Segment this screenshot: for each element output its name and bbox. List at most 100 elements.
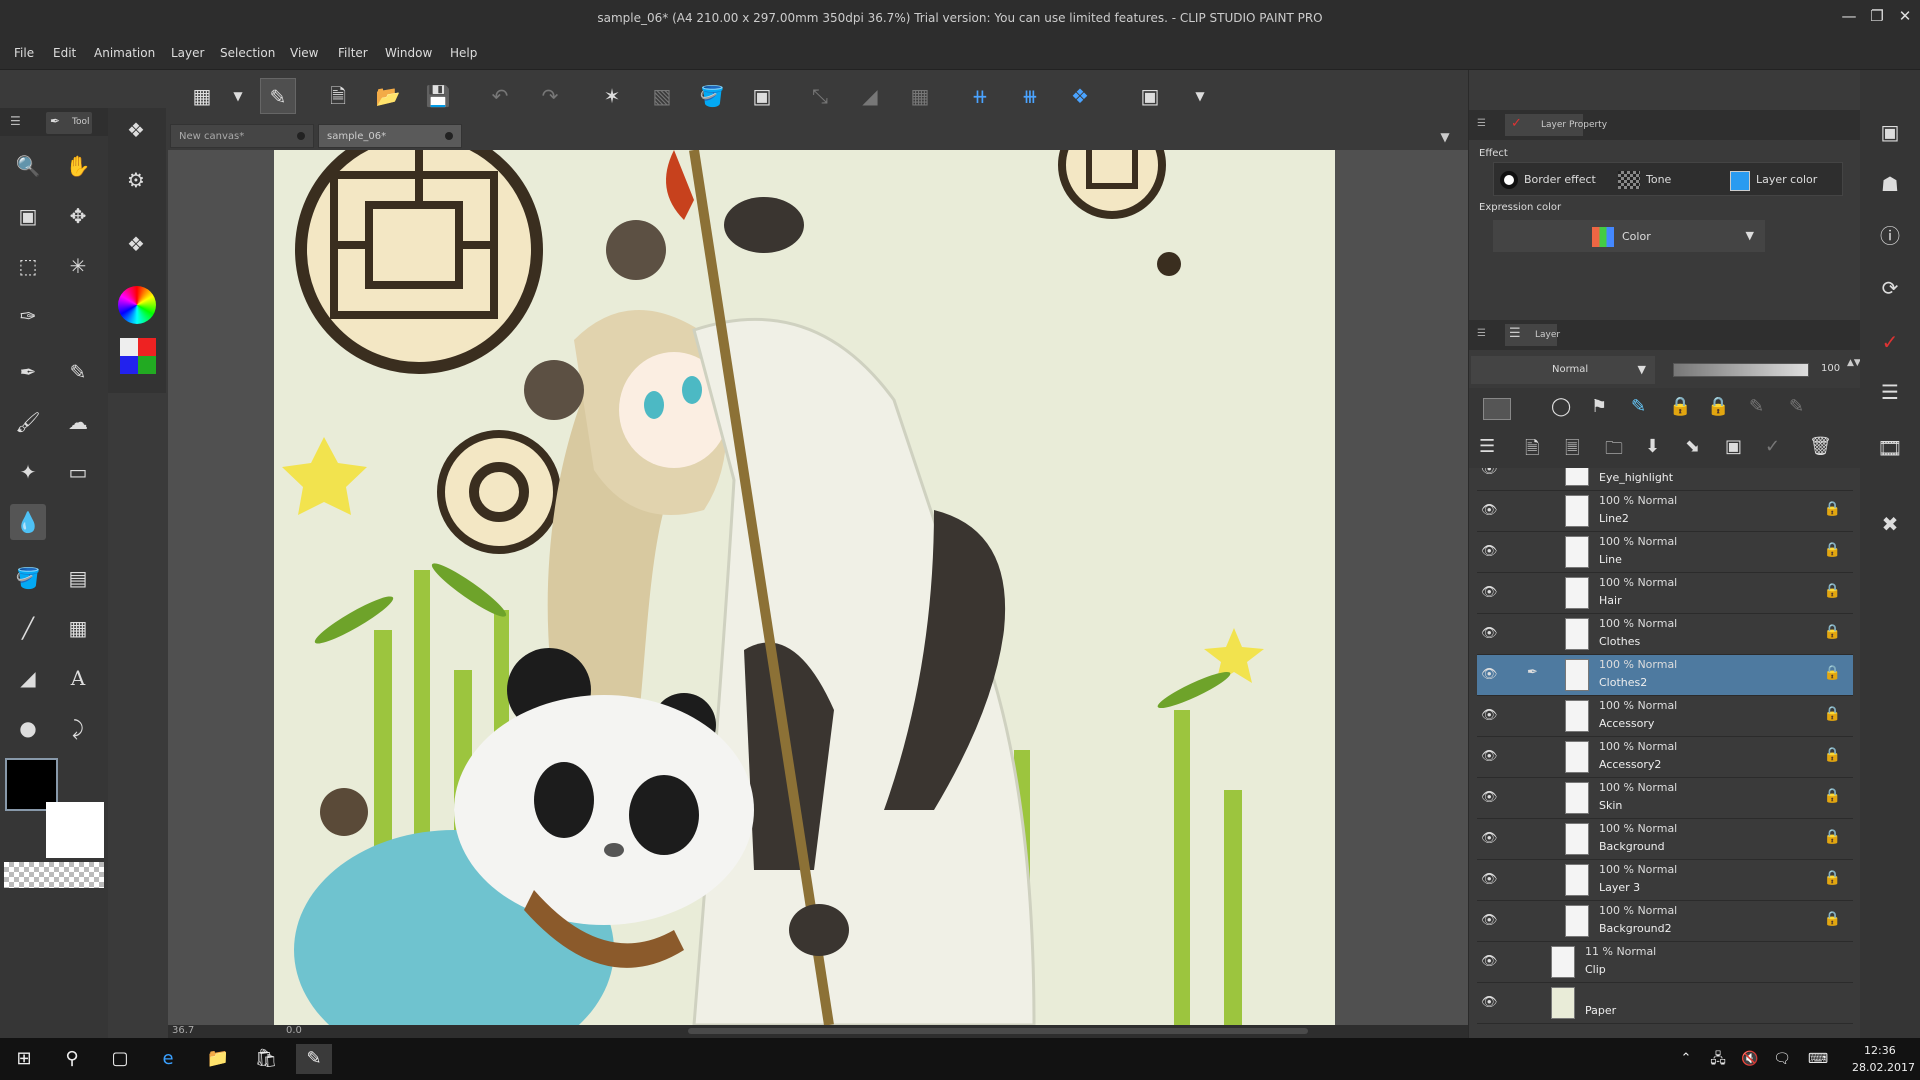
lock-icon[interactable]: 🔒	[1824, 542, 1841, 558]
eye-icon[interactable]: 👁	[1481, 790, 1498, 805]
create-mask-icon[interactable]: ▣	[1725, 436, 1742, 457]
auto-select-icon[interactable]: ✳	[60, 248, 96, 284]
border-effect-label[interactable]: Border effect	[1524, 173, 1596, 186]
search-icon[interactable]: ⚲	[54, 1044, 90, 1074]
keyboard-icon[interactable]: ⌨	[1800, 1044, 1836, 1074]
text-icon[interactable]: A	[60, 660, 96, 696]
tab-new-canvas[interactable]: New canvas*	[170, 124, 314, 148]
history-icon[interactable]: ⟳	[1872, 270, 1908, 306]
correct-line-icon[interactable]: ⤸	[60, 710, 96, 746]
volume-icon[interactable]: 🔇	[1732, 1044, 1768, 1074]
clip-studio-taskbar-icon[interactable]: ✎	[296, 1044, 332, 1074]
frame-border-icon[interactable]: ▦	[60, 610, 96, 646]
invert-selection-icon[interactable]: ◢	[852, 78, 888, 114]
color-set-icon[interactable]	[120, 338, 156, 374]
transfer-down-icon[interactable]: ⬇	[1645, 436, 1660, 457]
expression-color-select[interactable]: Color ▼	[1493, 220, 1765, 252]
figure-icon[interactable]: ╱	[10, 610, 46, 646]
snap-grid-icon[interactable]: ❖	[1062, 78, 1098, 114]
command-bar-menu-icon[interactable]: ▼	[1182, 78, 1218, 114]
tool-property-icon[interactable]: ⚙	[118, 162, 154, 198]
lock-icon[interactable]: 🔒	[1824, 911, 1841, 927]
balloon-icon[interactable]: ●	[10, 710, 46, 746]
eye-icon[interactable]: 👁	[1481, 831, 1498, 846]
eye-icon[interactable]: 👁	[1481, 708, 1498, 723]
gradient-icon[interactable]: ▤	[60, 560, 96, 596]
tone-icon[interactable]	[1618, 171, 1640, 189]
layer-strip-icon[interactable]: ☰	[1872, 374, 1908, 410]
eye-icon[interactable]: 👁	[1481, 913, 1498, 928]
ruler-icon[interactable]: ◢	[10, 660, 46, 696]
mask-enable-icon[interactable]: ✎	[1749, 396, 1764, 417]
layer-row[interactable]: 👁 100 % Normal Accessory 🔒	[1477, 696, 1853, 737]
timeline-icon[interactable]: 🎞	[1872, 430, 1908, 466]
border-effect-icon[interactable]	[1500, 171, 1518, 189]
sub-tool-icon[interactable]: ❖	[118, 226, 154, 262]
lock-icon[interactable]: 🔒	[1824, 665, 1841, 681]
pencil-icon[interactable]: ✎	[60, 354, 96, 390]
layer-row[interactable]: 👁 100 % Normal Background 🔒	[1477, 819, 1853, 860]
layer-row[interactable]: 👁 ✒ 100 % Normal Clothes2 🔒	[1477, 655, 1853, 696]
layer-row[interactable]: 👁 Paper	[1477, 983, 1853, 1024]
network-icon[interactable]: 🖧	[1700, 1044, 1736, 1074]
eye-icon[interactable]: 👁	[1481, 585, 1498, 600]
layer-row[interactable]: 👁 100 % Normal Clothes 🔒	[1477, 614, 1853, 655]
operation-icon[interactable]: ▣	[10, 198, 46, 234]
sub-view-icon[interactable]: ☗	[1872, 166, 1908, 202]
undo-icon[interactable]: ↶	[482, 78, 518, 114]
new-file-icon[interactable]: 🗎	[320, 78, 356, 114]
ruler-enable-icon[interactable]: ✎	[1789, 396, 1804, 417]
eye-icon[interactable]: 👁	[1481, 667, 1498, 682]
airbrush-icon[interactable]: ☁	[60, 404, 96, 440]
menu-window[interactable]: Window	[385, 46, 432, 60]
eye-icon[interactable]: 👁	[1481, 749, 1498, 764]
new-folder-icon[interactable]: 🗀	[1605, 436, 1623, 466]
delete-layer-icon[interactable]: 🗑	[1809, 436, 1832, 457]
material-icon[interactable]: ✖	[1872, 506, 1908, 542]
lock-icon[interactable]: 🔒	[1824, 706, 1841, 722]
clear-icon[interactable]: ✶	[594, 78, 630, 114]
layer-row[interactable]: 👁 100 % Normal Line2 🔒	[1477, 491, 1853, 532]
layer-row[interactable]: 👁 100 % Normal Hair 🔒	[1477, 573, 1853, 614]
lock-icon[interactable]: 🔒	[1824, 501, 1841, 517]
file-explorer-icon[interactable]: 📁	[200, 1044, 236, 1074]
brush-icon[interactable]: 🖌	[10, 404, 46, 440]
blend-mode-select[interactable]: Normal ▼	[1471, 356, 1655, 384]
clip-studio-icon[interactable]: ✎	[260, 78, 296, 114]
apply-mask-icon[interactable]: ✓	[1765, 436, 1780, 457]
lock-transparent-icon[interactable]: 🔒	[1707, 396, 1729, 417]
snap-special-ruler-icon[interactable]: ⧻	[1012, 78, 1048, 114]
lock-icon[interactable]: 🔒	[1824, 829, 1841, 845]
navigator-icon[interactable]: ▣	[1872, 114, 1908, 150]
layer-property-strip-icon[interactable]: ✓	[1872, 324, 1908, 360]
lock-icon[interactable]: 🔒	[1824, 870, 1841, 886]
menu-layer[interactable]: Layer	[171, 46, 204, 60]
draft-layer-icon[interactable]: ✎	[1631, 396, 1646, 417]
hand-icon[interactable]: ✋	[60, 148, 96, 184]
layout-dropdown-icon[interactable]: ▼	[220, 78, 256, 114]
opacity-value[interactable]: 100	[1821, 363, 1840, 374]
layer-row[interactable]: 👁 100 % Normal Skin 🔒	[1477, 778, 1853, 819]
fit-screen-icon[interactable]: ▣	[1132, 78, 1168, 114]
layout-icon[interactable]: ▦	[184, 78, 220, 114]
color-wheel-icon[interactable]	[118, 286, 156, 324]
layer-color-icon[interactable]	[1730, 171, 1750, 191]
chevron-up-icon[interactable]: ⌃	[1668, 1044, 1704, 1074]
task-view-icon[interactable]: ▢	[102, 1044, 138, 1074]
redo-icon[interactable]: ↷	[532, 78, 568, 114]
tab-close-icon[interactable]	[445, 132, 453, 140]
save-icon[interactable]: 💾	[420, 78, 456, 114]
blend-icon[interactable]: 💧	[10, 504, 46, 540]
layer-row[interactable]: 👁 100 % Normal Line 🔒	[1477, 532, 1853, 573]
sub-color-swatch[interactable]	[46, 802, 104, 858]
pen-icon[interactable]: ✒	[10, 354, 46, 390]
lock-layer-icon[interactable]: 🔒	[1669, 396, 1691, 417]
menu-animation[interactable]: Animation	[94, 46, 155, 60]
panel-menu-icon[interactable]: ☰	[10, 114, 21, 128]
clock-date[interactable]: 28.02.2017	[1852, 1061, 1915, 1074]
fill-icon[interactable]: 🪣	[10, 560, 46, 596]
eye-icon[interactable]: 👁	[1481, 995, 1498, 1010]
edge-browser-icon[interactable]: e	[150, 1044, 186, 1074]
brush-size-icon[interactable]: ❖	[118, 112, 154, 148]
layer-row[interactable]: 👁 11 % Normal Clip	[1477, 942, 1853, 983]
